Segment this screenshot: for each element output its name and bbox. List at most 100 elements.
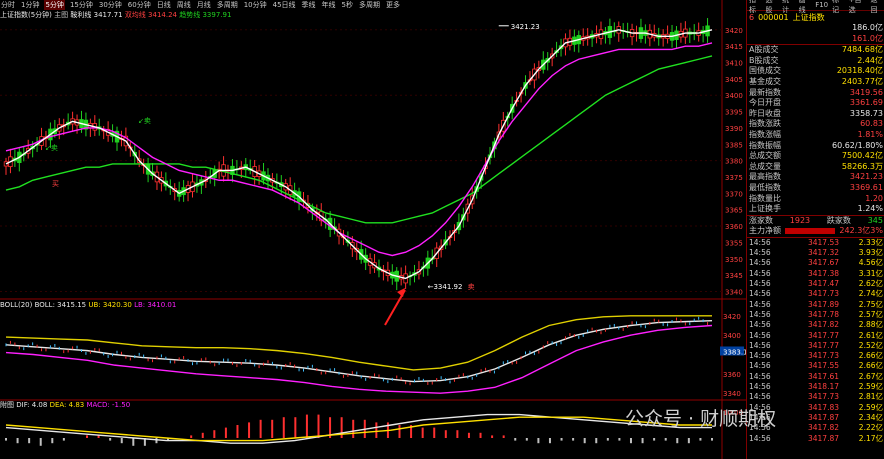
high-label: 3421.23 bbox=[511, 23, 540, 31]
indicator-name[interactable]: 鞍利线 bbox=[70, 11, 91, 19]
axis-label: 3420 bbox=[725, 27, 743, 35]
axis-label: 3405 bbox=[725, 76, 743, 84]
flow-bar bbox=[785, 228, 836, 235]
tick-row[interactable]: 14:56 3417.77 2.52亿 bbox=[747, 341, 884, 351]
stat-row: 指数量比 1.20 bbox=[749, 193, 883, 203]
axis-label: 3370 bbox=[725, 190, 743, 198]
period-3[interactable]: 15分钟 bbox=[69, 0, 94, 10]
panel-top-value-1: 186.0亿 bbox=[852, 23, 883, 32]
period-15[interactable]: 多周期 bbox=[358, 0, 381, 10]
tick-row[interactable]: 14:56 3417.77 2.61亿 bbox=[747, 331, 884, 341]
tick-row[interactable]: 14:56 3417.38 3.31亿 bbox=[747, 269, 884, 279]
axis-label: 3400 bbox=[723, 332, 741, 340]
quote-panel: 指标 选股 统计 画线 F10 标记 +自选 返回 6 000001 上证指数 186.0亿 … bbox=[746, 0, 884, 459]
tick-row[interactable]: 14:56 3417.78 2.57亿 bbox=[747, 310, 884, 320]
kline-chart[interactable]: 3420 3415 3410 3405 3400 3395 3390 3385 3380 3375… bbox=[0, 0, 746, 459]
tick-row[interactable]: 14:56 3417.47 2.62亿 bbox=[747, 279, 884, 289]
period-7[interactable]: 周线 bbox=[176, 0, 192, 10]
period-13[interactable]: 年线 bbox=[321, 0, 337, 10]
stat-row: 总成交额 7500.42亿 bbox=[749, 151, 883, 161]
stat-row: 昨日收盘 3358.73 bbox=[749, 108, 883, 118]
period-12[interactable]: 季线 bbox=[301, 0, 317, 10]
updown-row: 涨家数 1923 跌家数 345 bbox=[749, 215, 883, 225]
stat-row: 基金成交 2403.77亿 bbox=[749, 76, 883, 86]
macd-panel-name[interactable]: 附图 bbox=[0, 401, 14, 409]
macd-value: MACD: -1.50 bbox=[86, 401, 131, 409]
period-8[interactable]: 月线 bbox=[196, 0, 212, 10]
axis-label: 3360 bbox=[725, 223, 743, 231]
macd-dea: DEA: 4.83 bbox=[49, 401, 85, 409]
tick-row[interactable]: 14:56 3417.53 2.33亿 bbox=[747, 238, 884, 248]
line1-value: 3414.24 bbox=[148, 11, 177, 19]
stat-row: 总成交量 58266.3万 bbox=[749, 161, 883, 171]
axis-label: 3350 bbox=[725, 256, 743, 264]
tool-7[interactable]: 返回 bbox=[870, 0, 883, 15]
line2-value: 3397.91 bbox=[202, 11, 232, 19]
period-10[interactable]: 10分钟 bbox=[243, 0, 268, 10]
stat-row: 指数涨幅 1.81% bbox=[749, 129, 883, 139]
macd-dif: DIF: 4.08 bbox=[16, 401, 48, 409]
axis-label: 3383.1 bbox=[723, 349, 746, 357]
period-6[interactable]: 日线 bbox=[156, 0, 172, 10]
stat-row: 上证换手 1.24% bbox=[749, 204, 883, 214]
boll-lb: LB: 3410.01 bbox=[134, 301, 177, 309]
period-0[interactable]: 分时 bbox=[0, 0, 16, 10]
low-label: ←3341.92 bbox=[428, 283, 463, 291]
tick-row[interactable]: 14:56 3417.89 2.75亿 bbox=[747, 300, 884, 310]
watermark: 公众号 · 财顺期权 bbox=[625, 408, 777, 430]
macd-title: 附图 DIF: 4.08 DEA: 4.83 MACD: -1.50 bbox=[0, 400, 130, 410]
tool-5[interactable]: 标记 bbox=[832, 0, 845, 15]
panel-name: 上证指数 bbox=[792, 12, 825, 22]
axis-label: 3400 bbox=[725, 92, 743, 100]
tick-row[interactable]: 14:56 3417.55 2.66亿 bbox=[747, 361, 884, 371]
period-5[interactable]: 60分钟 bbox=[127, 0, 152, 10]
stat-row: A股成交 7484.68亿 bbox=[749, 45, 883, 55]
tick-row[interactable]: 14:56 3417.61 2.67亿 bbox=[747, 372, 884, 382]
axis-label: 3340 bbox=[723, 390, 741, 398]
stat-row: 最新指数 3419.56 bbox=[749, 87, 883, 97]
stat-row: 最低指数 3369.61 bbox=[749, 182, 883, 192]
axis-label: 3390 bbox=[725, 125, 743, 133]
stat-row: 指数振幅 60.62/1.80% bbox=[749, 140, 883, 150]
tool-6[interactable]: +自选 bbox=[849, 0, 867, 15]
axis-label: 3365 bbox=[725, 207, 743, 215]
tick-row[interactable]: 14:56 3417.82 2.88亿 bbox=[747, 320, 884, 330]
main-title: 上证指数(5分钟) 主图 鞍利线 3417.71 双均线 3414.24 趋势线… bbox=[0, 10, 231, 20]
axis-label: 3345 bbox=[725, 272, 743, 280]
tick-row[interactable]: 14:56 3417.73 2.74亿 bbox=[747, 289, 884, 299]
index-name: 上证指数(5分钟) bbox=[0, 11, 52, 19]
tick-row[interactable]: 14:56 3417.73 2.66亿 bbox=[747, 351, 884, 361]
tick-row[interactable]: 14:56 3418.17 2.59亿 bbox=[747, 382, 884, 392]
tick-row[interactable]: 14:56 3417.87 2.17亿 bbox=[747, 434, 884, 444]
period-2[interactable]: 5分钟 bbox=[44, 0, 65, 10]
axis-label: 3395 bbox=[725, 109, 743, 117]
period-1[interactable]: 1分钟 bbox=[20, 0, 40, 10]
axis-label: 3420 bbox=[723, 313, 741, 321]
tick-row[interactable]: 14:56 3417.32 3.93亿 bbox=[747, 248, 884, 258]
stats-list: A股成交 7484.68亿 B股成交 2.44亿 国债成交 20318.40亿 基金成交 24… bbox=[747, 45, 884, 215]
boll-ub: UB: 3420.30 bbox=[88, 301, 132, 309]
axis-label: 3380 bbox=[725, 158, 743, 166]
period-4[interactable]: 30分钟 bbox=[98, 0, 123, 10]
panel-toolbar: 指标 选股 统计 画线 F10 标记 +自选 返回 bbox=[747, 0, 884, 14]
sell-mark: 卖 bbox=[468, 283, 475, 291]
boll-name[interactable]: BOLL(20) bbox=[0, 301, 32, 309]
axis-label: 3415 bbox=[725, 43, 743, 51]
tick-row[interactable]: 14:56 3417.67 4.56亿 bbox=[747, 258, 884, 268]
period-14[interactable]: 5秒 bbox=[341, 0, 354, 10]
panel-code: 000001 bbox=[758, 12, 789, 22]
line1-label: 双均线 bbox=[124, 11, 146, 19]
panel-badge: 6 bbox=[749, 12, 755, 22]
period-9[interactable]: 多周期 bbox=[216, 0, 239, 10]
stat-row: 国债成交 20318.40亿 bbox=[749, 66, 883, 76]
tool-4[interactable]: F10 bbox=[815, 1, 828, 9]
axis-label: 3410 bbox=[725, 60, 743, 68]
stat-row: 今日开盘 3361.69 bbox=[749, 98, 883, 108]
period-11[interactable]: 45日线 bbox=[272, 0, 297, 10]
boll-value: BOLL: 3415.15 bbox=[34, 301, 87, 309]
axis-label: 3340 bbox=[725, 288, 743, 296]
tick-row[interactable]: 14:56 3417.73 2.81亿 bbox=[747, 392, 884, 402]
last-value: 3417.71 bbox=[93, 11, 123, 19]
period-16[interactable]: 更多 bbox=[385, 0, 401, 10]
boll-title: BOLL(20) BOLL: 3415.15 UB: 3420.30 LB: 3… bbox=[0, 301, 176, 311]
